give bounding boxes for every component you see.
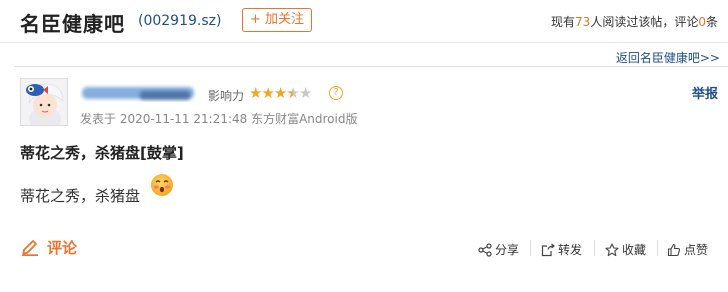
post-body: 蒂花之秀，杀猪盘 bbox=[20, 187, 141, 205]
content-divider bbox=[14, 66, 728, 67]
star-half-icon: ★ bbox=[286, 84, 299, 102]
influence-label: 影响力 bbox=[208, 89, 245, 103]
comments-count: 0 bbox=[698, 15, 706, 29]
report-link[interactable]: 举报 bbox=[692, 83, 718, 102]
star-empty-icon: ★ bbox=[298, 84, 312, 102]
repost-button[interactable]: 转发 bbox=[541, 241, 582, 258]
header-divider bbox=[0, 42, 728, 43]
action-separator bbox=[530, 240, 531, 256]
read-stats: 现有73人阅读过该帖，评论0条 bbox=[551, 13, 718, 30]
comment-button[interactable] bbox=[20, 236, 40, 258]
comment-label[interactable]: 评论 bbox=[47, 237, 77, 258]
thumbs-up-icon bbox=[667, 243, 681, 257]
avatar[interactable] bbox=[20, 78, 68, 126]
star-full-icon: ★ bbox=[273, 84, 287, 102]
pencil-icon bbox=[22, 240, 38, 257]
post-title: 蒂花之秀，杀猪盘[鼓掌] bbox=[20, 144, 184, 162]
blush-face-emoji-icon bbox=[150, 173, 174, 197]
stats-prefix: 现有 bbox=[551, 15, 576, 29]
stats-suffix: 条 bbox=[705, 15, 718, 29]
like-label: 点赞 bbox=[684, 243, 709, 257]
action-separator bbox=[657, 240, 658, 256]
blurred-name-graphic bbox=[82, 87, 194, 100]
post-meta: 发表于 2020-11-11 21:21:48 东方财富Android版 bbox=[80, 112, 358, 126]
collect-label: 收藏 bbox=[622, 243, 647, 257]
share-button[interactable]: 分享 bbox=[478, 241, 519, 258]
repost-icon bbox=[541, 243, 555, 257]
author-name-blurred[interactable] bbox=[80, 84, 196, 102]
bar-title[interactable]: 名臣健康吧 bbox=[20, 8, 125, 37]
follow-button[interactable]: + 加关注 bbox=[242, 8, 312, 32]
like-button[interactable]: 点赞 bbox=[667, 241, 708, 258]
readers-count: 73 bbox=[575, 15, 591, 29]
action-separator bbox=[594, 240, 595, 256]
stock-code[interactable]: (002919.sz) bbox=[138, 13, 221, 29]
star-full-icon: ★ bbox=[249, 84, 262, 102]
avatar-image bbox=[21, 79, 67, 125]
star-full-icon: ★ bbox=[261, 84, 274, 102]
share-label: 分享 bbox=[495, 243, 520, 257]
influence-rating: ★★★★★ bbox=[249, 84, 312, 102]
help-icon[interactable]: ? bbox=[329, 86, 343, 100]
star-outline-icon bbox=[605, 243, 619, 257]
collect-button[interactable]: 收藏 bbox=[605, 241, 646, 258]
stats-mid: 人阅读过该帖，评论 bbox=[590, 15, 699, 29]
back-to-bar-link[interactable]: 返回名臣健康吧>> bbox=[616, 49, 720, 66]
repost-label: 转发 bbox=[558, 243, 583, 257]
share-icon bbox=[478, 243, 492, 257]
